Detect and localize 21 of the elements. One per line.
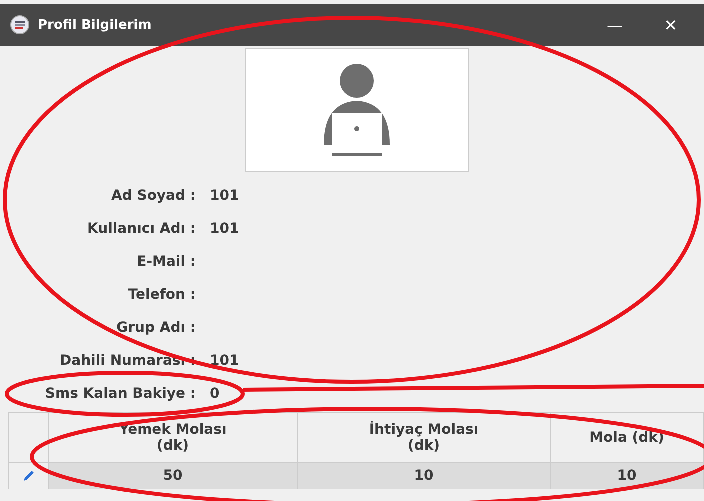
column-header[interactable]: Yemek Molası (dk) — [49, 413, 298, 463]
field-value: 101 — [210, 187, 240, 206]
field-value: 101 — [210, 220, 240, 239]
field-label: Kullanıcı Adı : — [86, 220, 196, 239]
close-button[interactable]: ✕ — [648, 10, 694, 40]
field-value: 0 — [210, 385, 221, 404]
app-icon — [10, 15, 30, 35]
field-value: 101 — [210, 352, 240, 371]
column-header[interactable]: İhtiyaç Molası (dk) — [298, 413, 551, 463]
field-label: Grup Adı : — [116, 319, 196, 338]
field-label: E-Mail : — [136, 253, 196, 272]
pencil-icon — [22, 470, 34, 482]
field-label: Ad Soyad : — [110, 187, 196, 206]
window-title: Profil Bilgilerim — [38, 18, 152, 32]
field-label: Telefon : — [127, 286, 196, 305]
table-cell: 10 — [551, 463, 704, 489]
column-header[interactable]: Mola (dk) — [551, 413, 704, 463]
table-cell: 50 — [49, 463, 298, 489]
minimize-button[interactable]: — — [592, 10, 638, 40]
field-label: Sms Kalan Bakiye : — [44, 385, 196, 404]
table-cell: 10 — [298, 463, 551, 489]
